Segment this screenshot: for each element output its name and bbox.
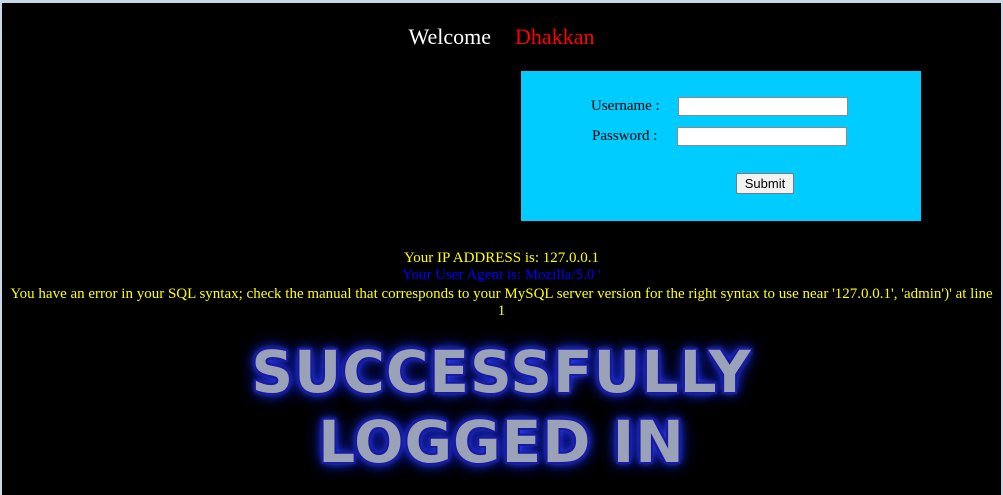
login-form: Username : Password : Submit bbox=[521, 71, 921, 221]
submit-button[interactable]: Submit bbox=[736, 173, 794, 194]
success-banner-line1: SUCCESSFULLY bbox=[251, 338, 752, 406]
sql-error-text: You have an error in your SQL syntax; ch… bbox=[10, 286, 993, 319]
password-label: Password : bbox=[592, 128, 658, 144]
username-label: Username : bbox=[591, 98, 660, 114]
welcome-name: Dhakkan bbox=[515, 24, 595, 49]
success-banner-line2: LOGGED IN bbox=[318, 408, 685, 476]
welcome-heading: Welcome Dhakkan bbox=[0, 24, 1003, 50]
password-input[interactable] bbox=[677, 127, 847, 146]
user-agent-text: Your User Agent is: Mozilla/5.0 ' bbox=[402, 267, 601, 283]
username-input[interactable] bbox=[678, 97, 848, 116]
ip-address-text: Your IP ADDRESS is: 127.0.0.1 bbox=[403, 250, 600, 266]
window-frame-top bbox=[0, 0, 1003, 3]
welcome-text: Welcome bbox=[408, 24, 492, 49]
